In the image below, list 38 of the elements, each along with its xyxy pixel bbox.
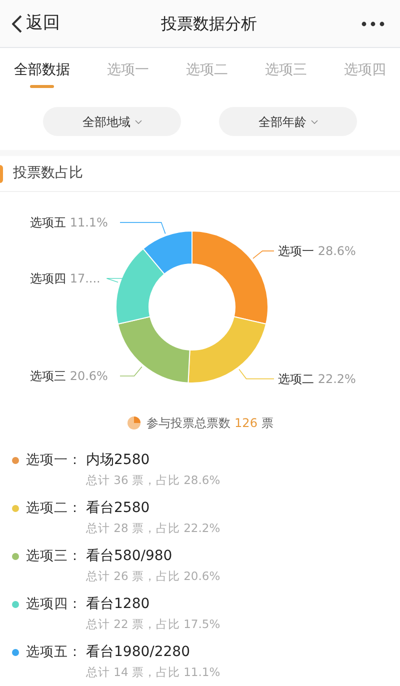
option-detail: 总计 28 票，占比 22.2% (86, 520, 220, 537)
more-icon (361, 20, 385, 26)
section-marker (0, 164, 3, 182)
chart-label: 选项四 17.... (30, 271, 100, 286)
option-detail: 总计 14 票，占比 11.1% (86, 664, 220, 681)
option-name: 看台1280 (86, 595, 151, 614)
filter-dropdown[interactable]: 全部年龄 (219, 107, 357, 136)
leader-line (106, 278, 126, 283)
pie-chart-icon (126, 416, 141, 430)
option-detail: 总计 36 票，占比 28.6% (86, 472, 220, 489)
leader-line (252, 250, 274, 259)
chevron-down-icon (134, 120, 142, 124)
chevron-down-icon (310, 120, 318, 124)
back-button[interactable]: 返回 (12, 10, 60, 36)
chart-label: 选项三 20.6% (30, 368, 108, 383)
option-label: 选项一： (26, 451, 83, 470)
option-label: 选项三： (26, 547, 83, 566)
option-name: 看台2580 (86, 499, 151, 518)
option-detail: 总计 26 票，占比 20.6% (86, 568, 220, 585)
chart-label: 选项一 28.6% (278, 244, 356, 258)
option-label: 选项四： (26, 595, 83, 614)
back-icon (12, 14, 22, 32)
option-label: 选项二： (26, 499, 83, 518)
page-title: 投票数据分析 (161, 12, 257, 34)
leader-line (238, 368, 274, 380)
option-detail: 总计 22 票，占比 17.5% (86, 616, 220, 633)
chart-label: 选项二 22.2% (278, 372, 356, 386)
leader-line (120, 366, 142, 376)
total-votes: 参与投票总票数 126 票 (146, 415, 274, 432)
option-name: 看台1980/2280 (86, 643, 191, 662)
option-label: 选项五： (26, 643, 83, 662)
tab[interactable]: 全部数据 (14, 48, 70, 92)
leader-line (120, 222, 166, 234)
chart-label: 选项五 11.1% (30, 215, 108, 230)
option-name: 内场2580 (86, 451, 151, 470)
option-name: 看台580/980 (86, 547, 174, 566)
section-title: 投票数占比 (13, 164, 83, 183)
filter-dropdown[interactable]: 全部地域 (43, 107, 181, 136)
